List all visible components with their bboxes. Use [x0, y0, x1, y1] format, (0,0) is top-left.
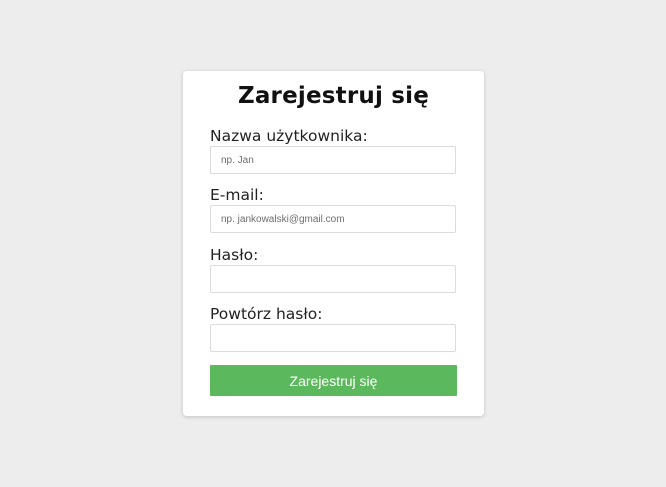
password-label: Hasło:: [210, 246, 259, 264]
repeat-password-input[interactable]: [210, 324, 456, 352]
repeat-password-label: Powtórz hasło:: [210, 305, 323, 323]
register-button[interactable]: Zarejestruj się: [210, 365, 457, 396]
form-title: Zarejestruj się: [237, 83, 430, 109]
username-label: Nazwa użytkownika:: [210, 127, 368, 145]
registration-card: Zarejestruj się Nazwa użytkownika: E-mai…: [183, 71, 484, 416]
username-input[interactable]: [210, 146, 456, 174]
email-input[interactable]: [210, 205, 456, 233]
password-input[interactable]: [210, 265, 456, 293]
email-label: E-mail:: [210, 186, 264, 204]
